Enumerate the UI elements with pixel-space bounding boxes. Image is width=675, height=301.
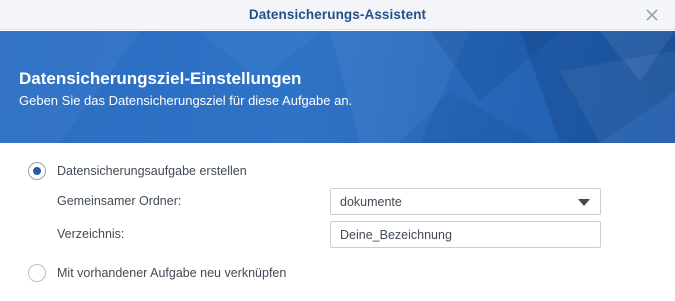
- title-bar: Datensicherungs-Assistent: [0, 0, 675, 30]
- wizard-content: Datensicherungsaufgabe erstellen Gemeins…: [0, 143, 675, 301]
- shared-folder-select[interactable]: dokumente: [330, 188, 601, 215]
- backup-wizard-window: Datensicherungs-Assistent Datensicherung…: [0, 0, 675, 301]
- shared-folder-value: dokumente: [340, 195, 402, 209]
- dropdown-arrow-icon: [578, 199, 590, 206]
- create-task-radio[interactable]: [28, 162, 46, 180]
- header-banner: Datensicherungsziel-Einstellungen Geben …: [0, 31, 675, 143]
- relink-task-option[interactable]: Mit vorhandener Aufgabe neu verknüpfen: [28, 264, 286, 282]
- create-task-option[interactable]: Datensicherungsaufgabe erstellen: [28, 162, 247, 180]
- shared-folder-label: Gemeinsamer Ordner:: [57, 194, 182, 208]
- create-task-label: Datensicherungsaufgabe erstellen: [57, 164, 247, 178]
- banner-title: Datensicherungsziel-Einstellungen: [19, 69, 302, 88]
- directory-label: Verzeichnis:: [57, 227, 125, 241]
- relink-task-label: Mit vorhandener Aufgabe neu verknüpfen: [57, 266, 287, 280]
- relink-task-radio[interactable]: [28, 264, 46, 282]
- close-icon: [646, 9, 658, 21]
- close-button[interactable]: [643, 6, 661, 24]
- directory-input[interactable]: [330, 221, 601, 248]
- banner-subtitle: Geben Sie das Datensicherungsziel für di…: [19, 93, 353, 108]
- window-title: Datensicherungs-Assistent: [248, 7, 427, 22]
